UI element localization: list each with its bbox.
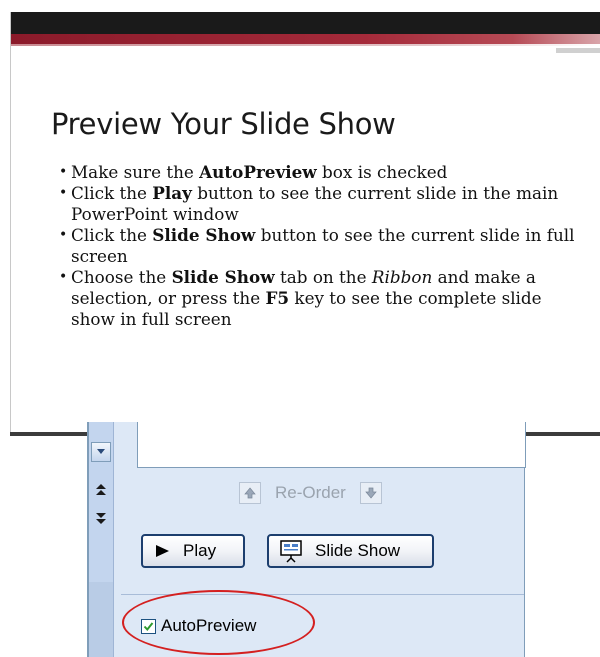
bullet-text: Slide Show <box>152 225 256 245</box>
bullet-text: AutoPreview <box>199 162 317 182</box>
slide-bullet-list: Make sure the AutoPreview box is checked… <box>59 162 579 330</box>
bullet-text: Play <box>152 183 192 203</box>
checkmark-icon <box>143 621 154 631</box>
slide-show-button[interactable]: Slide Show <box>267 534 434 568</box>
slide-bottom-edge <box>10 432 92 436</box>
slide-bullet-item: Choose the Slide Show tab on the Ribbon … <box>59 267 579 330</box>
autopreview-option[interactable]: AutoPreview <box>141 616 256 636</box>
reorder-label: Re-Order <box>275 483 346 502</box>
bullet-text: Ribbon <box>371 267 433 287</box>
slide-bullet-item: Make sure the AutoPreview box is checked <box>59 162 579 183</box>
bullet-text: Click the <box>71 183 153 203</box>
custom-animation-pane: Re-Order Play Slide Show AutoPreview <box>87 422 526 657</box>
chevron-down-icon <box>97 449 105 454</box>
play-button[interactable]: Play <box>141 534 245 568</box>
bullet-text: Make sure the <box>71 162 200 182</box>
arrow-down-icon <box>365 487 377 499</box>
move-down-icon[interactable] <box>93 510 109 526</box>
slide-accent-tab <box>556 48 600 53</box>
bullet-text: tab on the <box>274 267 372 287</box>
reorder-group: Re-Order <box>239 480 382 506</box>
reorder-down-button[interactable] <box>359 482 382 504</box>
animation-list-box[interactable] <box>137 422 526 468</box>
bullet-text: Choose the <box>71 267 172 287</box>
bullet-text: Click the <box>71 225 153 245</box>
slide-header-bar <box>11 12 600 34</box>
play-button-label: Play <box>183 541 217 560</box>
bullet-text: F5 <box>265 288 290 308</box>
slide-preview: Preview Your Slide Show Make sure the Au… <box>10 12 600 432</box>
arrow-up-icon <box>244 487 256 499</box>
slide-accent-bar <box>11 34 600 44</box>
scroll-down-button[interactable] <box>91 442 111 462</box>
slide-bullet-item: Click the Play button to see the current… <box>59 183 579 225</box>
move-up-icon[interactable] <box>93 482 109 498</box>
projector-screen-icon <box>279 539 303 563</box>
bullet-text: box is checked <box>316 162 448 182</box>
pane-scrollbar[interactable] <box>89 422 114 657</box>
pane-divider <box>121 594 524 595</box>
autopreview-label: AutoPreview <box>161 616 257 635</box>
slide-bottom-edge <box>515 432 600 436</box>
slide-show-button-label: Slide Show <box>315 541 401 560</box>
play-icon <box>153 544 171 558</box>
slide-title: Preview Your Slide Show <box>51 107 396 141</box>
bullet-text: Slide Show <box>171 267 275 287</box>
autopreview-checkbox[interactable] <box>141 618 156 634</box>
pane-scrollbar-track[interactable] <box>89 582 113 657</box>
reorder-up-button[interactable] <box>239 482 261 504</box>
slide-accent-line <box>11 44 600 46</box>
slide-bullet-item: Click the Slide Show button to see the c… <box>59 225 579 267</box>
